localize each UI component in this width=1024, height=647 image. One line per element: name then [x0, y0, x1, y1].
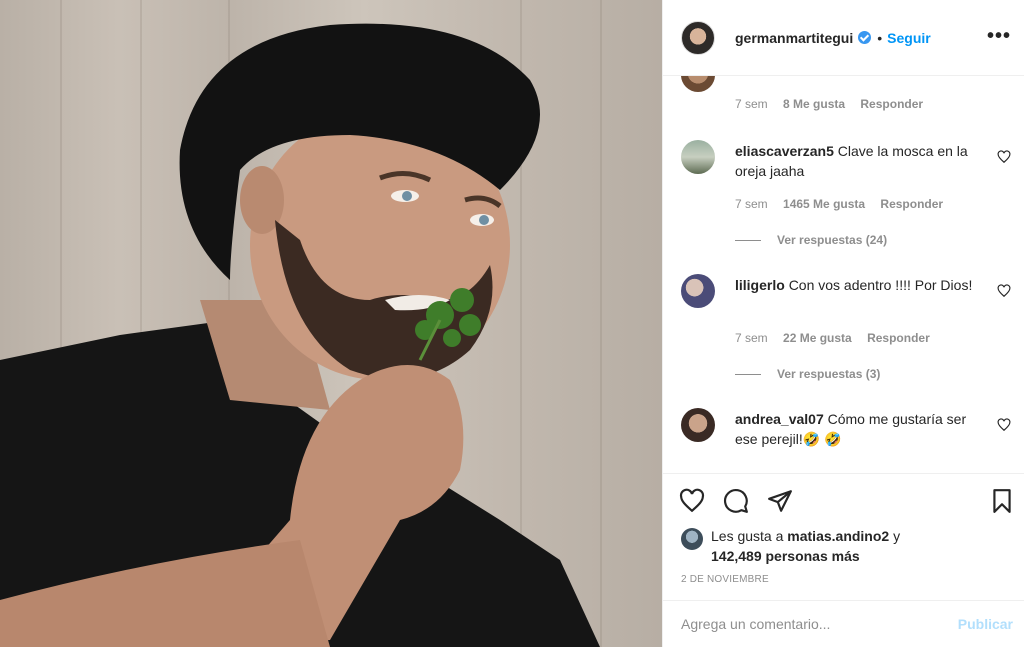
comment-body: Con vos adentro !!!! Por Dios!	[788, 277, 973, 293]
chef-illustration	[0, 23, 600, 647]
comment-like-count[interactable]: 22 Me gusta	[783, 331, 852, 345]
author-avatar[interactable]	[681, 20, 715, 55]
reply-button[interactable]: Responder	[880, 197, 943, 211]
post-photo[interactable]	[0, 0, 662, 647]
comment-time: 7 sem	[735, 197, 768, 211]
comments-list[interactable]: 7 sem 8 Me gusta Responder eliascaverzan…	[663, 76, 1024, 473]
comment-like-count[interactable]: 1465 Me gusta	[783, 197, 865, 211]
like-heart-icon[interactable]	[679, 488, 705, 514]
comment-time: 7 sem	[735, 331, 768, 345]
comment-item: 7 sem 8 Me gusta Responder	[681, 76, 1011, 118]
comment-time: 7 sem	[735, 97, 768, 111]
comment-text: eliascaverzan5 Clave la mosca en la orej…	[735, 141, 975, 181]
comment-bubble-icon[interactable]	[723, 488, 749, 514]
comment-avatar[interactable]	[681, 408, 715, 442]
likes-line-1: Les gusta a matias.andino2 y	[711, 526, 900, 546]
comment-username[interactable]: liligerlo	[735, 277, 785, 293]
verified-badge-icon	[858, 31, 872, 44]
reply-button[interactable]: Responder	[867, 331, 930, 345]
add-comment-bar: Agrega un comentario... Publicar	[663, 600, 1024, 647]
comment-meta: 7 sem 8 Me gusta Responder	[735, 97, 935, 111]
follow-button[interactable]: Seguir	[887, 30, 931, 46]
like-comment-heart-icon[interactable]	[997, 418, 1011, 432]
likes-prefix: Les gusta a	[711, 528, 784, 544]
comment-username[interactable]: eliascaverzan5	[735, 143, 834, 159]
reply-button[interactable]: Responder	[860, 97, 923, 111]
view-replies-button[interactable]: Ver respuestas (24)	[735, 233, 887, 247]
comment-text: liligerlo Con vos adentro !!!! Por Dios!	[735, 275, 975, 295]
share-paper-plane-icon[interactable]	[767, 488, 793, 514]
comment-avatar[interactable]	[681, 140, 715, 174]
post-actions-bar: Les gusta a matias.andino2 y 142,489 per…	[663, 473, 1024, 600]
comment-input[interactable]: Agrega un comentario...	[681, 616, 830, 632]
comment-username[interactable]: andrea_val07	[735, 411, 824, 427]
comment-avatar[interactable]	[681, 76, 715, 92]
comment-item: eliascaverzan5 Clave la mosca en la orej…	[681, 140, 1011, 250]
post-header: germanmartitegui • Seguir •••	[663, 0, 1024, 76]
likes-line-2: 142,489 personas más	[711, 546, 860, 566]
comment-item: liligerlo Con vos adentro !!!! Por Dios!…	[681, 274, 1011, 384]
save-bookmark-icon[interactable]	[989, 488, 1015, 514]
like-comment-heart-icon[interactable]	[997, 284, 1011, 298]
liker-avatar[interactable]	[681, 528, 703, 550]
post-date[interactable]: 2 DE NOVIEMBRE	[681, 574, 769, 585]
likes-count[interactable]: 142,489 personas más	[711, 548, 860, 564]
post-side-panel: germanmartitegui • Seguir ••• 7 sem 8 Me…	[662, 0, 1024, 647]
likes-conjunction: y	[893, 528, 901, 544]
comment-like-count[interactable]: 8 Me gusta	[783, 97, 845, 111]
comment-meta: 7 sem 22 Me gusta Responder	[735, 331, 942, 345]
like-comment-heart-icon[interactable]	[997, 150, 1011, 164]
liker-username[interactable]: matias.andino2	[787, 528, 889, 544]
comment-item: andrea_val07 Cómo me gustaría ser ese pe…	[681, 408, 1011, 473]
comment-avatar[interactable]	[681, 274, 715, 308]
view-replies-button[interactable]: Ver respuestas (3)	[735, 367, 880, 381]
publish-button[interactable]: Publicar	[958, 616, 1013, 632]
comment-meta: 7 sem 1465 Me gusta Responder	[735, 197, 955, 211]
comment-text: andrea_val07 Cómo me gustaría ser ese pe…	[735, 409, 975, 449]
author-username[interactable]: germanmartitegui	[735, 30, 853, 46]
more-options-icon[interactable]: •••	[987, 26, 1011, 46]
separator-dot: •	[877, 29, 883, 46]
